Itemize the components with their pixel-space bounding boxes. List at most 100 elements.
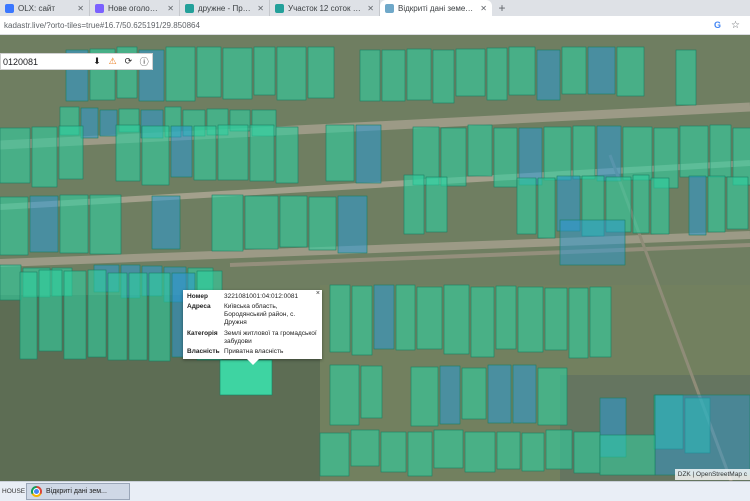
land-parcel[interactable]: [517, 286, 544, 353]
land-parcel[interactable]: [536, 49, 561, 101]
tab-kadastr[interactable]: Відкриті дані земельного кадаст... ✕: [380, 0, 492, 16]
land-parcel[interactable]: [351, 285, 373, 356]
land-parcel[interactable]: [726, 176, 749, 230]
land-parcel[interactable]: [516, 177, 537, 235]
land-parcel[interactable]: [211, 194, 244, 252]
land-parcel[interactable]: [675, 49, 697, 106]
land-parcel[interactable]: [455, 48, 486, 97]
land-parcel[interactable]: [587, 46, 616, 95]
land-parcel[interactable]: [561, 46, 587, 95]
land-parcel[interactable]: [512, 364, 537, 424]
land-parcel[interactable]: [410, 366, 439, 427]
cadastral-map[interactable]: [0, 35, 750, 481]
land-parcel[interactable]: [572, 125, 596, 180]
land-parcel[interactable]: [622, 126, 653, 181]
close-tab-icon[interactable]: ✕: [257, 4, 264, 13]
land-parcel[interactable]: [487, 364, 512, 424]
url-field[interactable]: kadastr.live/?orto-tiles=true#16.7/50.62…: [0, 21, 714, 30]
land-parcel[interactable]: [537, 367, 568, 426]
land-parcel[interactable]: [80, 107, 99, 139]
map-attribution[interactable]: DZK | OpenStreetMap c: [674, 469, 750, 480]
land-parcel[interactable]: [38, 269, 63, 352]
land-parcel[interactable]: [59, 194, 89, 254]
land-parcel[interactable]: [380, 431, 407, 473]
land-parcel[interactable]: [521, 432, 545, 472]
new-tab-button[interactable]: +: [492, 0, 512, 16]
land-parcel[interactable]: [596, 125, 622, 182]
land-parcel[interactable]: [508, 46, 536, 96]
refresh-icon[interactable]: ⟳: [121, 56, 137, 67]
land-parcel[interactable]: [679, 125, 709, 178]
land-parcel[interactable]: [360, 365, 383, 419]
land-parcel[interactable]: [31, 126, 58, 188]
land-parcel[interactable]: [493, 127, 518, 188]
land-parcel[interactable]: [433, 429, 464, 469]
land-parcel[interactable]: [650, 177, 670, 235]
land-parcel[interactable]: [253, 46, 276, 96]
land-parcel[interactable]: [432, 49, 455, 104]
land-parcel[interactable]: [0, 264, 22, 301]
land-parcel[interactable]: [537, 177, 556, 239]
land-parcel[interactable]: [276, 46, 307, 101]
land-parcel[interactable]: [461, 367, 487, 420]
land-parcel[interactable]: [58, 125, 84, 180]
land-parcel[interactable]: [308, 196, 337, 251]
land-parcel[interactable]: [395, 284, 416, 351]
land-parcel[interactable]: [329, 364, 360, 426]
land-parcel[interactable]: [107, 272, 128, 361]
land-parcel[interactable]: [495, 285, 517, 350]
selected-parcel[interactable]: [219, 359, 273, 396]
land-parcel[interactable]: [19, 271, 38, 360]
land-parcel[interactable]: [0, 127, 31, 184]
land-parcel[interactable]: [151, 195, 181, 250]
land-parcel[interactable]: [373, 284, 395, 350]
land-parcel[interactable]: [464, 431, 496, 473]
land-parcel[interactable]: [0, 196, 29, 256]
land-parcel[interactable]: [559, 219, 626, 266]
warning-icon[interactable]: ⚠: [105, 56, 121, 67]
bookmark-star-icon[interactable]: ☆: [731, 20, 740, 31]
close-tab-icon[interactable]: ✕: [77, 4, 84, 13]
land-parcel[interactable]: [319, 432, 350, 477]
land-parcel[interactable]: [337, 195, 368, 254]
land-parcel[interactable]: [443, 284, 470, 355]
info-icon[interactable]: ⓘ: [136, 55, 152, 68]
cadastral-number-input[interactable]: [1, 55, 89, 68]
land-parcel[interactable]: [128, 272, 148, 361]
land-parcel[interactable]: [568, 287, 589, 359]
land-parcel[interactable]: [518, 127, 543, 186]
close-tab-icon[interactable]: ✕: [480, 4, 487, 13]
land-parcel[interactable]: [217, 124, 249, 181]
land-parcel[interactable]: [222, 47, 253, 100]
land-parcel[interactable]: [307, 46, 335, 99]
close-popup-icon[interactable]: ×: [316, 290, 320, 297]
land-parcel[interactable]: [329, 284, 351, 353]
land-parcel[interactable]: [599, 434, 656, 476]
land-parcel[interactable]: [406, 48, 432, 101]
land-parcel[interactable]: [425, 176, 448, 233]
land-parcel[interactable]: [486, 47, 508, 101]
map-canvas[interactable]: [0, 35, 750, 481]
land-parcel[interactable]: [543, 126, 572, 181]
land-parcel[interactable]: [545, 429, 573, 470]
land-parcel[interactable]: [29, 195, 59, 253]
land-parcel[interactable]: [470, 286, 495, 358]
tab-olx-druzhnya[interactable]: дружне - Продаж земл - OLX... ✕: [180, 0, 270, 16]
land-parcel[interactable]: [148, 272, 171, 362]
land-parcel[interactable]: [359, 49, 381, 102]
land-parcel[interactable]: [165, 46, 196, 102]
land-parcel[interactable]: [325, 124, 355, 182]
land-parcel[interactable]: [709, 124, 732, 178]
close-tab-icon[interactable]: ✕: [167, 4, 174, 13]
land-parcel[interactable]: [350, 429, 380, 467]
land-parcel[interactable]: [170, 125, 193, 178]
land-parcel[interactable]: [275, 126, 299, 184]
land-parcel[interactable]: [467, 124, 493, 177]
land-parcel[interactable]: [249, 124, 275, 182]
land-parcel[interactable]: [707, 175, 726, 233]
land-parcel[interactable]: [544, 287, 568, 351]
land-parcel[interactable]: [403, 174, 425, 235]
land-parcel[interactable]: [99, 109, 118, 137]
land-parcel[interactable]: [115, 124, 141, 182]
land-parcel[interactable]: [573, 431, 601, 474]
